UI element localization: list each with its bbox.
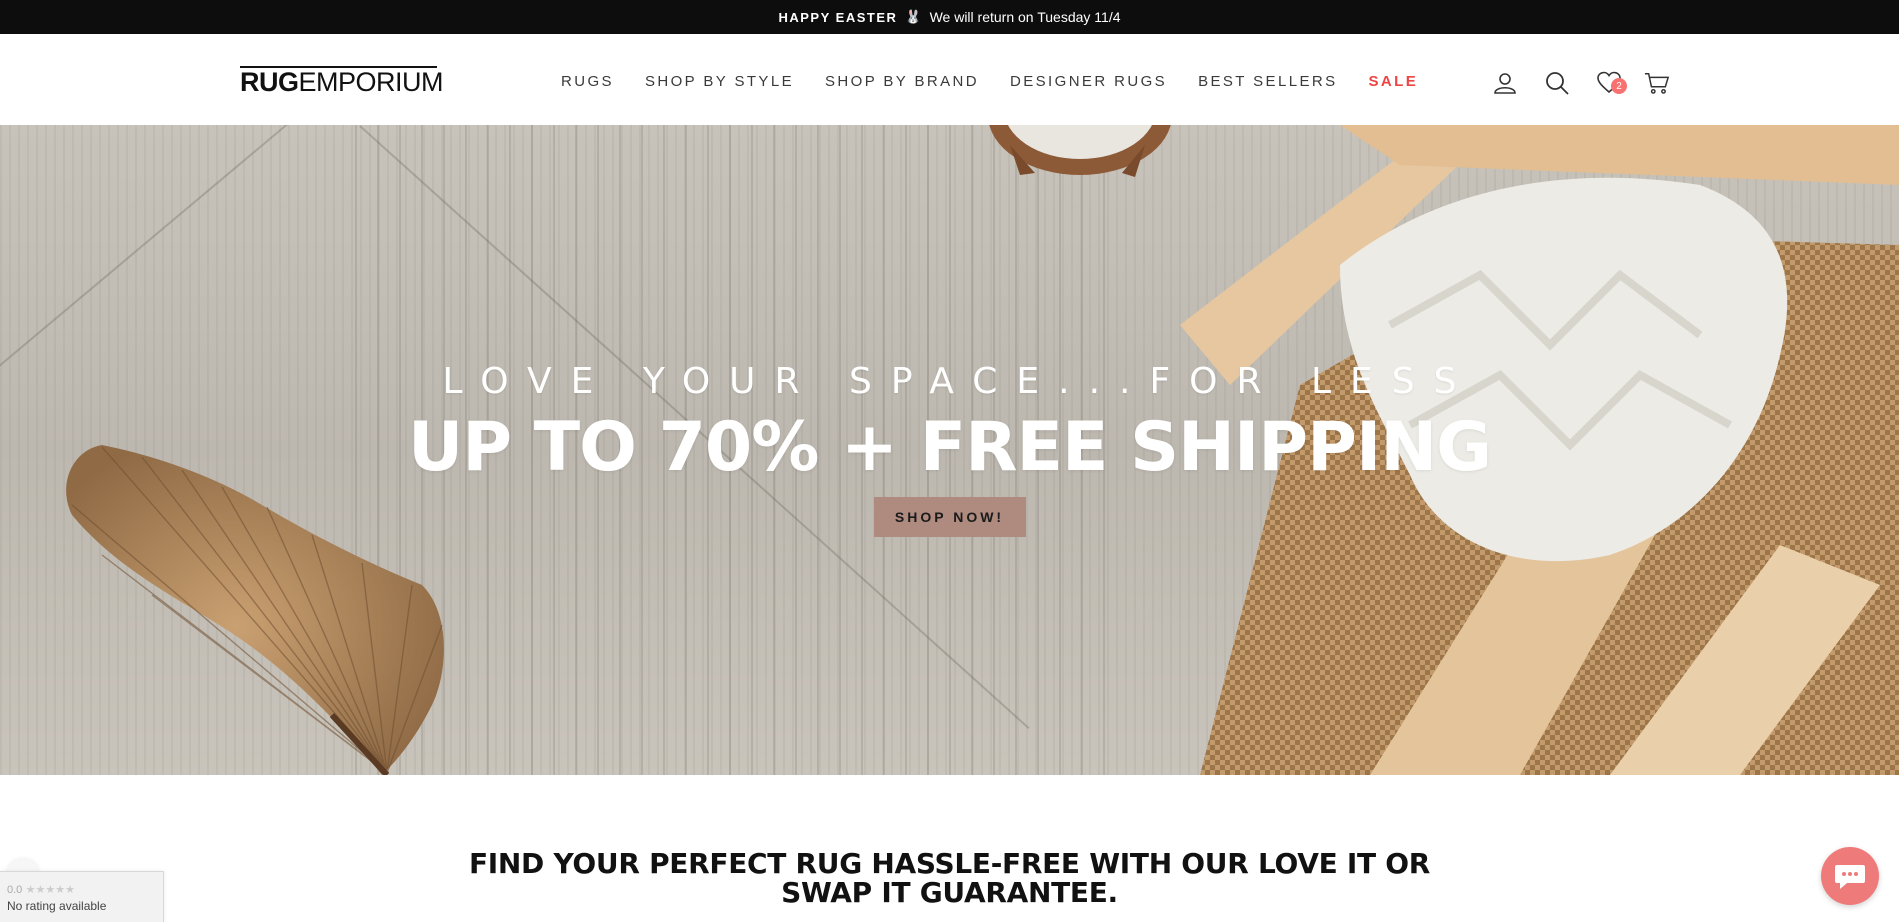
hero-content: LOVE YOUR SPACE...FOR LESS UP TO 70% + F… <box>0 125 1899 775</box>
guarantee-line-1: FIND YOUR PERFECT RUG HASSLE-FREE WITH O… <box>468 847 1431 880</box>
guarantee-heading: FIND YOUR PERFECT RUG HASSLE-FREE WITH O… <box>450 849 1449 907</box>
nav-item-rugs[interactable]: RUGS <box>561 69 614 95</box>
nav-item-shop-by-style[interactable]: SHOP BY STYLE <box>645 69 794 95</box>
nav-item-best-sellers[interactable]: BEST SELLERS <box>1198 69 1337 95</box>
header-icons: 2 <box>1490 68 1672 98</box>
hero-tagline: LOVE YOUR SPACE...FOR LESS <box>442 361 1476 402</box>
shop-now-button[interactable]: SHOP NOW! <box>873 497 1026 537</box>
search-icon[interactable] <box>1542 68 1572 98</box>
site-header: RUG EMPORIUM RUGS SHOP BY STYLE SHOP BY B… <box>0 34 1899 125</box>
wishlist-heart-icon[interactable]: 2 <box>1594 68 1627 98</box>
announcement-message: We will return on Tuesday 11/4 <box>929 9 1121 25</box>
announcement-bar: HAPPY EASTER 🐰 We will return on Tuesday… <box>0 0 1899 34</box>
logo-underline <box>240 66 437 68</box>
wishlist-count-badge: 2 <box>1611 78 1627 94</box>
nav-item-shop-by-brand[interactable]: SHOP BY BRAND <box>825 69 979 95</box>
nav-item-designer-rugs[interactable]: DESIGNER RUGS <box>1010 69 1167 95</box>
logo-light-text: EMPORIUM <box>298 67 444 97</box>
rating-score: 0.0 <box>7 884 23 896</box>
bunny-icon: 🐰 <box>905 9 922 24</box>
chat-button[interactable] <box>1821 847 1879 905</box>
main-nav: RUGS SHOP BY STYLE SHOP BY BRAND DESIGNE… <box>561 69 1418 95</box>
hero-banner[interactable]: LOVE YOUR SPACE...FOR LESS UP TO 70% + F… <box>0 125 1899 775</box>
hero-headline: UP TO 70% + FREE SHIPPING <box>408 408 1492 487</box>
chat-bubble-icon <box>1835 865 1865 889</box>
announcement-title: HAPPY EASTER <box>778 9 898 25</box>
logo[interactable]: RUG EMPORIUM <box>240 64 443 98</box>
account-icon[interactable] <box>1490 68 1520 98</box>
rating-widget[interactable]: 0.0 ★★★★★ No rating available <box>0 871 164 922</box>
rating-label: No rating available <box>7 899 107 913</box>
rating-stars-icon: ★★★★★ <box>25 884 75 896</box>
cart-icon[interactable] <box>1642 68 1672 98</box>
logo-bold-text: RUG <box>240 67 299 97</box>
nav-item-sale[interactable]: SALE <box>1369 69 1419 95</box>
guarantee-line-2: SWAP IT GUARANTEE. <box>781 876 1118 909</box>
